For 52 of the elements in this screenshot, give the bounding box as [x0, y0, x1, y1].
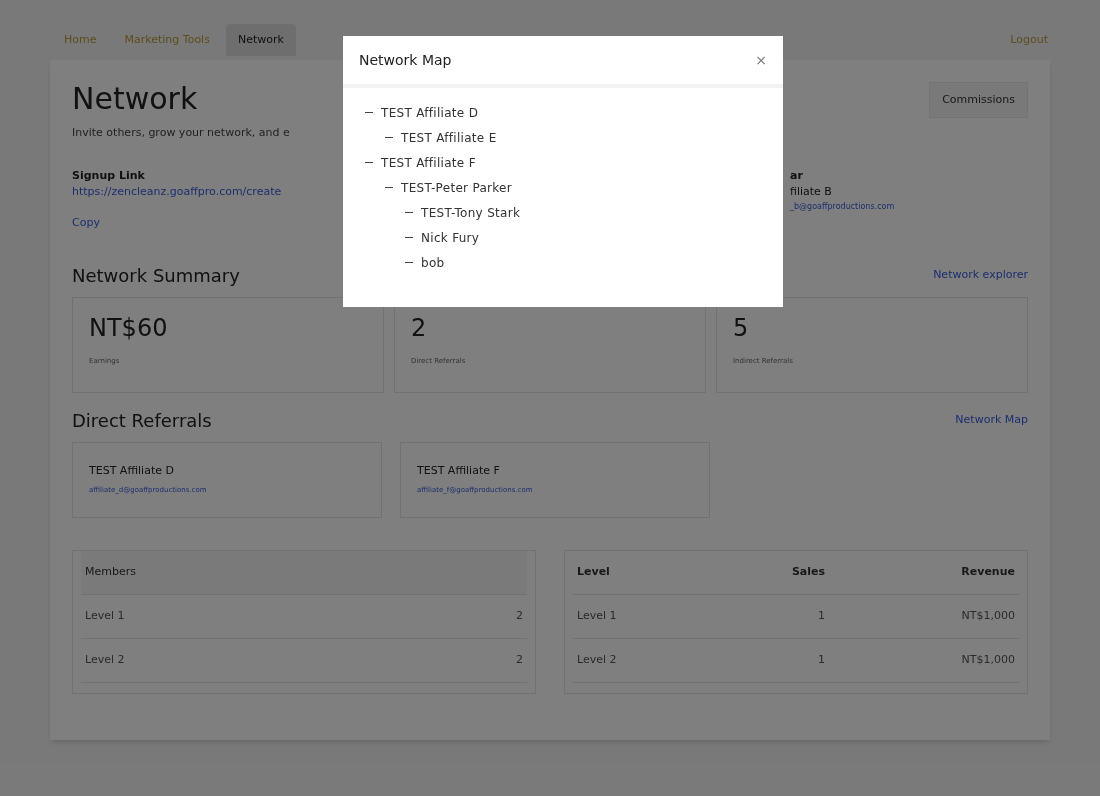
referral-name: TEST Affiliate F [417, 462, 501, 479]
table-cell-text: 1 [817, 607, 825, 624]
column-header: Revenue [960, 563, 1015, 580]
tree-item[interactable]: TEST Affiliate D [381, 103, 479, 122]
network-explorer-link[interactable]: Network explorer [933, 266, 1028, 284]
table-cell-text: NT$1,000 [960, 651, 1015, 668]
dash-icon [405, 261, 413, 264]
dash-icon [405, 211, 413, 214]
stat-value: 2 [411, 312, 428, 344]
dash-icon [385, 136, 393, 139]
table-cell-text: 2 [516, 607, 523, 624]
table-cell-text: NT$1,000 [960, 607, 1015, 624]
sponsor-heading: ar [790, 167, 804, 184]
signup-url[interactable]: https://zencleanz.goaffpro.com/create [72, 184, 282, 201]
stat-value: NT$60 [89, 312, 169, 344]
column-header: Sales [790, 563, 825, 580]
stat-value: 5 [733, 312, 750, 344]
network-map-link[interactable]: Network Map [955, 411, 1028, 429]
tree-item[interactable]: TEST Affiliate F [381, 153, 476, 172]
page-subtitle: Invite others, grow your network, and e [72, 125, 290, 141]
column-header: Members [85, 563, 136, 580]
table-cell-text: Level 2 [85, 651, 125, 668]
tree-item[interactable]: Nick Fury [421, 228, 480, 247]
sponsor-name: filiate B [790, 184, 833, 200]
nav-tab[interactable]: Network [225, 24, 296, 56]
copy-link[interactable]: Copy [72, 214, 100, 231]
dialog-title: Network Map [359, 50, 452, 70]
table-cell-text: Level 2 [577, 651, 618, 668]
nav-tab[interactable]: Home [52, 24, 109, 56]
tree-item[interactable]: TEST-Peter Parker [401, 178, 513, 197]
tree-item[interactable]: bob [421, 253, 445, 272]
dash-icon [385, 186, 393, 189]
dash-icon [365, 111, 373, 114]
logout-link[interactable]: Logout [1010, 31, 1048, 49]
sponsor-email[interactable]: _b@goaffproductions.com [790, 200, 895, 213]
column-header: Level [577, 563, 611, 580]
section-title: Network Summary [72, 263, 240, 288]
signup-label: Signup Link [72, 167, 145, 184]
dash-icon [365, 161, 373, 164]
page-title: Network [72, 80, 199, 118]
table-cell-text: 2 [516, 651, 523, 668]
commissions-button[interactable]: Commissions [929, 82, 1028, 118]
table-cell-text: 1 [817, 651, 825, 668]
table-cell-text: Level 1 [85, 607, 125, 624]
referral-name: TEST Affiliate D [89, 462, 175, 479]
tree-item[interactable]: TEST Affiliate E [401, 128, 497, 147]
table-cell-text: Level 1 [577, 607, 618, 624]
section-title: Direct Referrals [72, 408, 212, 433]
nav-tab[interactable]: Marketing Tools [112, 24, 222, 56]
close-button[interactable]: × [755, 49, 767, 71]
dash-icon [405, 236, 413, 239]
tree-item[interactable]: TEST-Tony Stark [421, 203, 521, 222]
